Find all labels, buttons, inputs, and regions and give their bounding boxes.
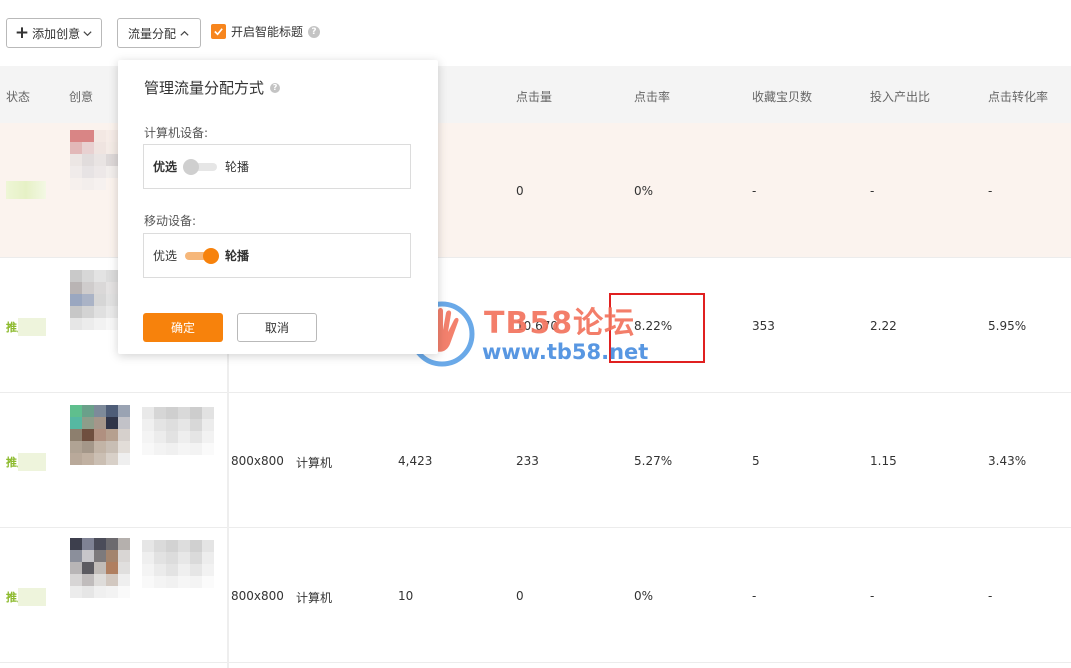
mobile-device-toggle[interactable] — [185, 247, 220, 264]
header-clicks[interactable]: 点击量 — [516, 88, 552, 105]
popup-title-text: 管理流量分配方式 — [144, 79, 265, 97]
device-cell: 计算机 — [296, 591, 333, 605]
cvr-cell: - — [988, 184, 993, 198]
plus-icon: + — [14, 22, 30, 43]
clicks-cell: 233 — [516, 454, 539, 468]
check-icon — [214, 28, 223, 36]
toolbar: + 添加创意 流量分配 开启智能标题 ? — [0, 0, 1071, 66]
creative-thumbnail[interactable] — [70, 538, 130, 598]
table-row: 推广 800x800 计算机 10 0 0% - - - — [0, 528, 1071, 663]
creative-thumbnail-secondary — [142, 540, 214, 588]
favorites-cell: 5 — [752, 454, 760, 468]
smart-title-option: 开启智能标题 ? — [211, 23, 321, 40]
device-cell: 计算机 — [296, 456, 333, 470]
mobile-device-toggle-group: 优选 轮播 — [143, 233, 411, 278]
impressions-cell: 4,423 — [398, 454, 433, 468]
chevron-up-icon — [180, 30, 189, 36]
smart-title-checkbox[interactable] — [211, 24, 226, 39]
ctr-cell: 5.27% — [634, 454, 673, 468]
cancel-button[interactable]: 取消 — [237, 313, 317, 342]
status-badge — [6, 181, 46, 199]
flow-allocation-button[interactable]: 流量分配 — [117, 18, 201, 48]
pc-preferred-option[interactable]: 优选 — [153, 158, 177, 175]
add-creative-label: 添加创意 — [32, 26, 81, 41]
question-icon[interactable]: ? — [308, 25, 321, 38]
clicks-cell: 0 — [516, 589, 524, 603]
size-cell: 800x800 — [231, 589, 284, 603]
status-blur — [18, 588, 46, 606]
status-blur — [18, 318, 46, 336]
flow-allocation-label: 流量分配 — [127, 26, 176, 41]
header-status: 状态 — [6, 90, 31, 104]
watermark: TB58论坛 www.tb58.net — [408, 298, 678, 370]
mobile-device-label: 移动设备: — [144, 214, 197, 228]
size-cell: 800x800 — [231, 454, 284, 468]
add-creative-button[interactable]: + 添加创意 — [6, 18, 102, 48]
popup-title: 管理流量分配方式 ? — [144, 77, 281, 98]
roi-cell: 2.22 — [870, 319, 897, 333]
ctr-cell: 0% — [634, 589, 654, 603]
clicks-cell: 0 — [516, 184, 524, 198]
favorites-cell: - — [752, 184, 757, 198]
watermark-url: www.tb58.net — [482, 340, 649, 364]
creative-thumbnail-secondary — [142, 407, 214, 455]
confirm-button[interactable]: 确定 — [143, 313, 223, 342]
header-roi[interactable]: 投入产出比 — [870, 88, 930, 105]
question-icon[interactable]: ? — [270, 82, 281, 93]
pc-device-label: 计算机设备: — [144, 126, 209, 140]
header-creative: 创意 — [69, 90, 94, 104]
pc-device-toggle[interactable] — [183, 158, 218, 175]
favorites-cell: 353 — [752, 319, 775, 333]
mobile-rotate-option[interactable]: 轮播 — [225, 247, 249, 264]
watermark-title: TB58论坛 — [484, 306, 636, 341]
toggle-knob — [203, 247, 220, 264]
creative-thumbnail[interactable] — [70, 405, 130, 465]
header-favorites[interactable]: 收藏宝贝数 — [752, 88, 812, 105]
roi-cell: - — [870, 184, 875, 198]
chevron-down-icon — [83, 30, 92, 36]
impressions-cell: 10 — [398, 589, 414, 603]
header-ctr[interactable]: 点击率 — [634, 88, 670, 105]
mobile-preferred-option[interactable]: 优选 — [153, 247, 177, 264]
cvr-cell: 5.95% — [988, 319, 1027, 333]
pc-rotate-option[interactable]: 轮播 — [225, 158, 249, 175]
toggle-knob — [183, 158, 200, 175]
roi-cell: - — [870, 589, 875, 603]
header-cvr[interactable]: 点击转化率 — [988, 88, 1048, 105]
smart-title-label: 开启智能标题 — [231, 25, 304, 39]
table-row: 推广 800x800 计算机 4,423 233 5.27% 5 1.15 3.… — [0, 393, 1071, 528]
ctr-cell: 0% — [634, 184, 654, 198]
pc-device-toggle-group: 优选 轮播 — [143, 144, 411, 189]
favorites-cell: - — [752, 589, 757, 603]
cvr-cell: 3.43% — [988, 454, 1027, 468]
status-blur — [18, 453, 46, 471]
flow-allocation-popup: 管理流量分配方式 ? 计算机设备: 优选 轮播 移动设备: 优选 轮播 确定 取… — [118, 60, 438, 354]
roi-cell: 1.15 — [870, 454, 897, 468]
cvr-cell: - — [988, 589, 993, 603]
